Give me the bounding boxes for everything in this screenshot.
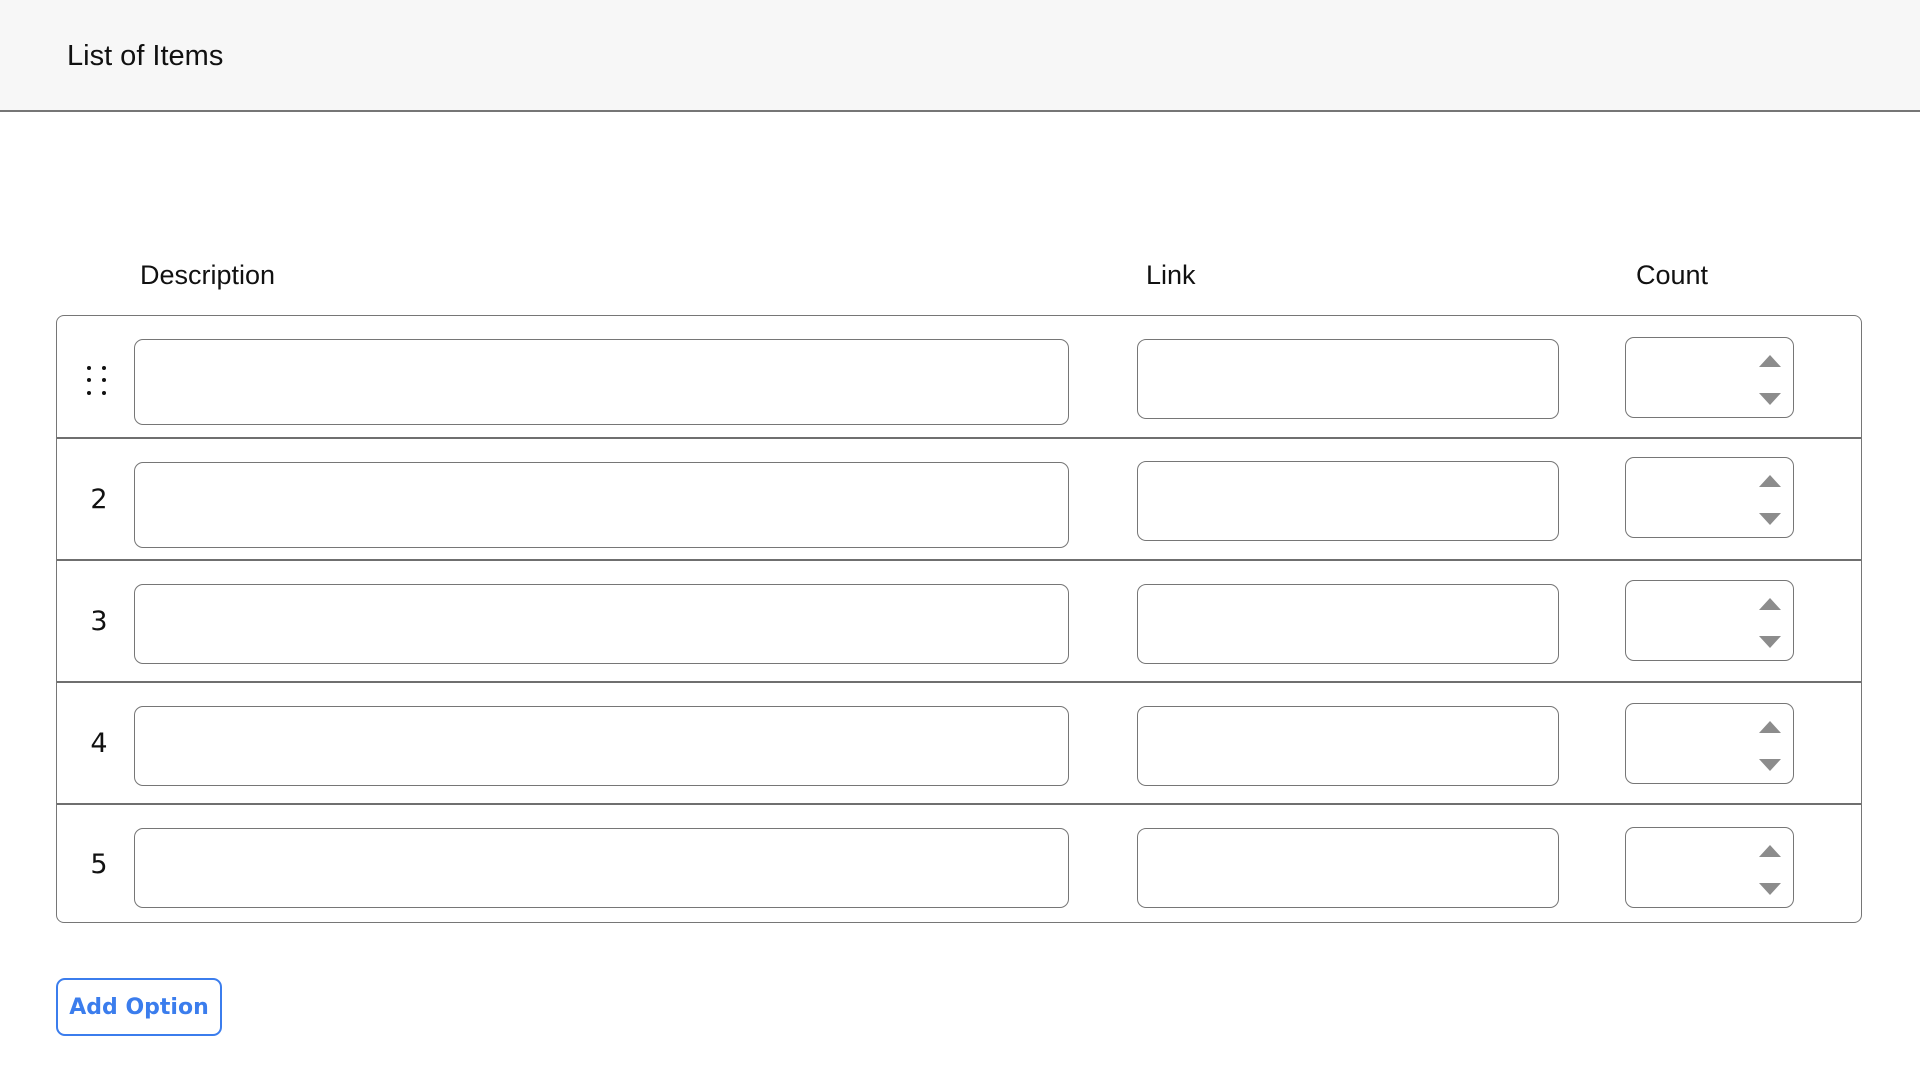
row-number: 2	[90, 483, 108, 515]
count-input[interactable]	[1625, 580, 1794, 661]
increment-arrow-icon[interactable]	[1759, 475, 1781, 487]
description-input[interactable]	[134, 828, 1069, 908]
column-header-description: Description	[140, 260, 276, 290]
row-number: 4	[90, 727, 108, 759]
row-number: 3	[90, 605, 108, 637]
drag-handle-icon[interactable]	[82, 362, 112, 398]
list-item: 3	[57, 559, 1861, 681]
list-item: 2	[57, 437, 1861, 559]
description-input[interactable]	[134, 706, 1069, 786]
link-input[interactable]	[1137, 706, 1559, 786]
list-item: 4	[57, 681, 1861, 803]
decrement-arrow-icon[interactable]	[1759, 759, 1781, 771]
items-list: 2 3 4 5	[56, 315, 1862, 923]
link-input[interactable]	[1137, 584, 1559, 664]
decrement-arrow-icon[interactable]	[1759, 883, 1781, 895]
decrement-arrow-icon[interactable]	[1759, 393, 1781, 405]
count-input[interactable]	[1625, 337, 1794, 418]
decrement-arrow-icon[interactable]	[1759, 513, 1781, 525]
column-header-link: Link	[1146, 260, 1196, 290]
description-input[interactable]	[134, 462, 1069, 548]
add-option-button[interactable]: Add Option	[56, 978, 222, 1036]
link-input[interactable]	[1137, 461, 1559, 541]
count-input[interactable]	[1625, 457, 1794, 538]
count-input[interactable]	[1625, 703, 1794, 784]
list-item: 5	[57, 803, 1861, 923]
increment-arrow-icon[interactable]	[1759, 355, 1781, 367]
link-input[interactable]	[1137, 339, 1559, 419]
description-input[interactable]	[134, 339, 1069, 425]
increment-arrow-icon[interactable]	[1759, 598, 1781, 610]
increment-arrow-icon[interactable]	[1759, 845, 1781, 857]
column-header-count: Count	[1636, 260, 1709, 290]
decrement-arrow-icon[interactable]	[1759, 636, 1781, 648]
row-number: 5	[90, 848, 108, 880]
page-title: List of Items	[67, 40, 224, 72]
page-header: List of Items	[0, 0, 1920, 112]
list-item	[57, 316, 1861, 438]
link-input[interactable]	[1137, 828, 1559, 908]
description-input[interactable]	[134, 584, 1069, 664]
increment-arrow-icon[interactable]	[1759, 721, 1781, 733]
count-input[interactable]	[1625, 827, 1794, 908]
